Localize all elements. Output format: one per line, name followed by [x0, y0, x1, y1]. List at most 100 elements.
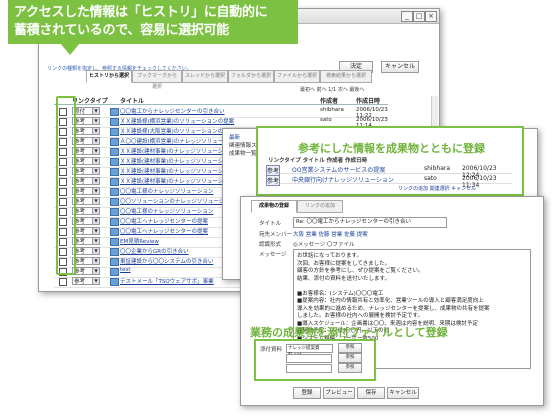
- recip-label: 認識形式: [259, 242, 282, 248]
- col-type: リンクタイプ: [72, 98, 108, 105]
- row-title-link[interactable]: EM見積Review: [120, 237, 159, 245]
- link-type-select[interactable]: 参考 ▼: [72, 217, 100, 225]
- close-button[interactable]: ×: [425, 11, 437, 22]
- row-title-link[interactable]: ＸＸ建設(建材事業)のナレッジソリューション: [120, 177, 234, 185]
- row-title-link[interactable]: 〇〇電工からナレッジセンターの引き合い: [120, 107, 225, 115]
- chevron-down-icon: ▼: [92, 178, 99, 184]
- row-title-link[interactable]: test: [120, 267, 131, 273]
- reference-author: sato: [424, 175, 437, 182]
- row-title-link[interactable]: 〇〇電工ヘナレッジセンターの提案: [120, 227, 208, 235]
- link-type-select[interactable]: 参考 ▼: [72, 177, 100, 185]
- tab-history-source[interactable]: ブックマークから選択: [132, 70, 182, 90]
- title-field-label: タイトル: [259, 221, 282, 227]
- tab-history-source[interactable]: スレッドから選択: [182, 70, 228, 83]
- link-type-select[interactable]: 参考 ▼: [72, 137, 100, 145]
- browse-button-2[interactable]: 参照: [338, 353, 362, 363]
- cancel-button[interactable]: キャンセル: [381, 61, 419, 73]
- link-type-select[interactable]: 参考 ▼: [72, 117, 100, 125]
- reference-link-box: 参考にした情報を成果物とともに登録 リンクタイプ タイトル 作成者 作成日時 参…: [256, 126, 524, 196]
- row-title-link[interactable]: ＸＸ建設(建材事業)のナレッジソリューション: [120, 157, 234, 165]
- title-input[interactable]: Re: 〇〇電工からナレッジセンターの引き合い: [293, 217, 447, 228]
- reference-row: 参考 中央銀行向けナレッジソリューション sato 2006/10/23 11:…: [266, 174, 512, 189]
- maximize-button[interactable]: □: [413, 11, 425, 22]
- attachment-file-input[interactable]: ナレッジ提案資料.ppt: [286, 344, 333, 358]
- link-type-select[interactable]: 参考 ▼: [72, 127, 100, 135]
- callout-pointer: [60, 43, 80, 55]
- attachment-file-input-3[interactable]: [286, 364, 332, 373]
- table-header: リンクタイプ タイトル 作成者 作成日時: [54, 95, 388, 105]
- document-icon: [110, 138, 119, 146]
- row-title-link[interactable]: 東証建設から〇〇システムの引き合い: [120, 257, 213, 265]
- row-title-link[interactable]: 〇〇企業からGRの引き合い: [120, 247, 189, 255]
- chevron-down-icon: ▼: [92, 238, 99, 244]
- link-type-select[interactable]: 参考 ▼: [72, 157, 100, 165]
- row-checkbox[interactable]: [59, 278, 67, 286]
- link-type-select[interactable]: 添付 ▼: [72, 107, 100, 115]
- document-icon: [110, 228, 119, 236]
- tab-history-source[interactable]: ファイルから選択: [274, 70, 320, 83]
- tab-history-source[interactable]: 検索結果から選択: [320, 70, 372, 83]
- chevron-down-icon: ▼: [92, 268, 99, 274]
- document-icon: [110, 268, 119, 276]
- message-line: 結果、添付の資料を送付いたします。: [297, 275, 390, 282]
- reference-footer-links[interactable]: リンクの追加 関連選択 キャンセル: [398, 185, 476, 192]
- message-line: ■提案内容：社内の情報共有と効率化、営業ツールの導入と顧客満足度向上: [297, 298, 484, 304]
- submit-button[interactable]: 登録: [293, 387, 321, 399]
- link-type-select[interactable]: 参考 ▼: [72, 207, 100, 215]
- browse-button-1[interactable]: 参照: [338, 343, 362, 353]
- row-title-link[interactable]: 〇〇電工ヘナレッジセンターの提案: [120, 217, 208, 225]
- browse-button-3[interactable]: 参照: [338, 363, 362, 373]
- link-type-value: 参考: [74, 279, 86, 285]
- attachment-callout-title: 業務の成果物を添付ファイルとして登録: [250, 326, 448, 339]
- link-type-select[interactable]: 参考 ▼: [72, 187, 100, 195]
- row-title-link[interactable]: ＸＸ建設(建材事業)のナレッジソリューション: [120, 147, 234, 155]
- tab-add-link[interactable]: リンクの追加: [297, 200, 343, 213]
- col-date: 作成日時: [356, 98, 381, 105]
- link-type-select[interactable]: 参考 ▼: [72, 227, 100, 235]
- chevron-down-icon: ▼: [92, 278, 99, 284]
- row-title-link[interactable]: 〇〇電工様のナレッジソリューション: [120, 187, 213, 195]
- message-label: メッセージ: [259, 252, 287, 258]
- row-title-link[interactable]: ＸＸ建設様(横浜営業)のソリューションの提案: [120, 117, 234, 125]
- link-type-select[interactable]: 参考 ▼: [72, 257, 100, 265]
- tab-history-source[interactable]: フォルダから選択: [228, 70, 274, 83]
- tab-register[interactable]: 成果物の登録: [251, 200, 297, 213]
- pagination[interactable]: 最初へ 前へ 1/1 次へ 最後へ: [300, 86, 364, 93]
- document-icon: [110, 168, 119, 176]
- document-icon: [110, 158, 119, 166]
- row-title-link[interactable]: 〇〇電工様のナレッジソリューション: [120, 207, 213, 215]
- link-type-select[interactable]: 参考 ▼: [72, 197, 100, 205]
- reference-callout-title: 参考にした情報を成果物とともに登録: [298, 142, 485, 155]
- link-type-select[interactable]: 参考 ▼: [72, 147, 100, 155]
- recip-option-file[interactable]: 〇ファイル: [327, 240, 355, 248]
- attachment-file-input-2[interactable]: [286, 354, 332, 363]
- col-author: 作成者: [320, 98, 339, 105]
- row-author: shibhara: [320, 107, 344, 113]
- chevron-down-icon: ▼: [92, 108, 99, 114]
- link-type-select[interactable]: 参考 ▼: [72, 237, 100, 245]
- preview-button[interactable]: プレビュー: [323, 387, 355, 399]
- row-title-link[interactable]: テストメール「TSOウェアサポ」事業: [120, 277, 214, 285]
- link-type-select[interactable]: 参考 ▼: [72, 167, 100, 175]
- row-title-link[interactable]: ＸＸ建設様(大阪営業)のソリューションの提案: [120, 127, 234, 135]
- reference-title[interactable]: 中央銀行向けナレッジソリューション: [292, 175, 394, 184]
- link-type-select[interactable]: 参考 ▼: [72, 267, 100, 275]
- chevron-down-icon: ▼: [92, 248, 99, 254]
- history-callout: アクセスした情報は「ヒストリ」に自動的に 蓄積されているので、容易に選択可能: [8, 0, 298, 44]
- save-draft-button[interactable]: 保存: [357, 387, 385, 399]
- document-icon: [110, 198, 119, 206]
- row-title-link[interactable]: 〇〇ソリューションのナレッジソリューション: [120, 197, 235, 205]
- recip-option-message[interactable]: ◎メッセージ: [293, 240, 325, 248]
- tab-history-source[interactable]: ヒストリから選択: [86, 70, 132, 83]
- link-type-select[interactable]: 参考 ▼: [72, 247, 100, 255]
- cancel-register-button[interactable]: キャンセル: [387, 387, 419, 399]
- document-icon: [110, 258, 119, 266]
- dest-members[interactable]: 大阪 営業 佐藤 営業 佐藤 提案: [293, 230, 368, 238]
- link-type-select[interactable]: 参考 ▼: [72, 277, 100, 285]
- reference-title[interactable]: ΟΟ営業システムのサービスの提案: [292, 165, 385, 174]
- checkbox-column-highlight: [56, 96, 76, 275]
- row-title-link[interactable]: ＸＸ建設(建材事業)のナレッジソリューション: [120, 167, 234, 175]
- attachment-label: 添付資料: [260, 347, 283, 353]
- chevron-down-icon: ▼: [92, 208, 99, 214]
- minimize-button[interactable]: _: [401, 11, 413, 22]
